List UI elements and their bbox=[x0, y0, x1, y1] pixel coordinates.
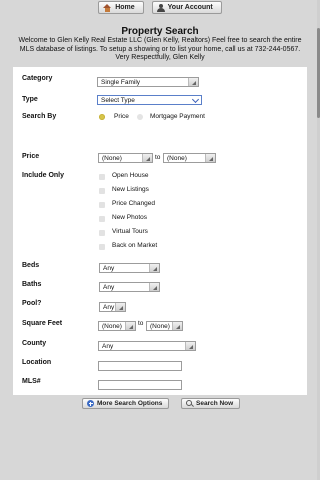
price-min-value: (None) bbox=[102, 155, 122, 162]
include-only-label: Include Only bbox=[22, 172, 65, 179]
search-icon bbox=[186, 400, 193, 407]
chevron-down-icon bbox=[188, 78, 198, 86]
price-min-select[interactable]: (None) bbox=[98, 153, 153, 163]
mortgage-payment-radio[interactable] bbox=[137, 114, 143, 120]
virtual-tours-label: Virtual Tours bbox=[112, 228, 148, 235]
more-search-options-label: More Search Options bbox=[97, 400, 163, 407]
more-search-options-button[interactable]: More Search Options bbox=[82, 398, 170, 409]
square-feet-min-value: (None) bbox=[102, 323, 122, 330]
price-changed-label: Price Changed bbox=[112, 200, 155, 207]
new-photos-checkbox[interactable] bbox=[99, 216, 105, 222]
chevron-down-icon bbox=[115, 303, 125, 311]
type-label: Type bbox=[22, 96, 38, 103]
chevron-down-icon bbox=[185, 342, 195, 350]
chevron-down-icon bbox=[149, 264, 159, 272]
type-select-value: Select Type bbox=[101, 97, 135, 104]
intro-text: Welcome to Glen Kelly Real Estate LLC (G… bbox=[18, 37, 302, 61]
square-feet-max-value: (None) bbox=[150, 323, 170, 330]
page-title: Property Search bbox=[121, 26, 199, 37]
mls-input[interactable] bbox=[98, 380, 182, 390]
pool-select-value: Any bbox=[103, 304, 115, 311]
search-by-label: Search By bbox=[22, 113, 57, 120]
your-account-button[interactable]: Your Account bbox=[151, 1, 222, 14]
search-now-label: Search Now bbox=[196, 400, 234, 407]
user-icon bbox=[156, 3, 165, 12]
square-feet-to-label: to bbox=[138, 320, 144, 327]
type-select[interactable]: Select Type bbox=[97, 95, 202, 105]
page-header: Property Search Welcome to Glen Kelly Re… bbox=[14, 26, 306, 63]
chevron-down-icon bbox=[149, 283, 159, 291]
new-listings-checkbox[interactable] bbox=[99, 188, 105, 194]
price-changed-checkbox[interactable] bbox=[99, 202, 105, 208]
price-max-select[interactable]: (None) bbox=[163, 153, 216, 163]
search-now-button[interactable]: Search Now bbox=[181, 398, 241, 409]
mortgage-payment-radio-label: Mortgage Payment bbox=[150, 113, 205, 120]
category-select-value: Single Family bbox=[101, 79, 141, 86]
category-label: Category bbox=[22, 75, 53, 82]
new-photos-label: New Photos bbox=[112, 214, 148, 221]
open-house-label: Open House bbox=[112, 172, 149, 179]
price-radio-label: Price bbox=[114, 113, 129, 120]
price-to-label: to bbox=[155, 154, 161, 161]
back-on-market-checkbox[interactable] bbox=[99, 244, 105, 250]
your-account-button-label: Your Account bbox=[167, 4, 213, 11]
baths-select-value: Any bbox=[103, 284, 115, 291]
home-button-label: Home bbox=[115, 4, 135, 11]
pool-label: Pool? bbox=[22, 300, 42, 307]
mls-label: MLS# bbox=[22, 378, 41, 385]
county-label: County bbox=[22, 340, 47, 347]
square-feet-max-select[interactable]: (None) bbox=[146, 321, 183, 331]
plus-icon bbox=[87, 400, 94, 407]
beds-select[interactable]: Any bbox=[99, 263, 160, 273]
chevron-down-icon bbox=[192, 96, 201, 104]
open-house-checkbox[interactable] bbox=[99, 174, 105, 180]
beds-label: Beds bbox=[22, 262, 40, 269]
square-feet-label: Square Feet bbox=[22, 320, 63, 327]
back-on-market-label: Back on Market bbox=[112, 242, 158, 249]
square-feet-min-select[interactable]: (None) bbox=[98, 321, 136, 331]
new-listings-label: New Listings bbox=[112, 186, 149, 193]
home-icon bbox=[103, 3, 112, 12]
baths-select[interactable]: Any bbox=[99, 282, 160, 292]
price-radio[interactable] bbox=[99, 114, 105, 120]
pool-select[interactable]: Any bbox=[99, 302, 126, 312]
chevron-down-icon bbox=[172, 322, 182, 330]
county-select[interactable]: Any bbox=[98, 341, 196, 351]
virtual-tours-checkbox[interactable] bbox=[99, 230, 105, 236]
location-input[interactable] bbox=[98, 361, 182, 371]
top-nav: Home Your Account bbox=[0, 0, 320, 15]
home-button[interactable]: Home bbox=[98, 1, 144, 14]
category-select[interactable]: Single Family bbox=[97, 77, 199, 87]
price-max-value: (None) bbox=[167, 155, 187, 162]
price-label: Price bbox=[22, 153, 40, 160]
county-select-value: Any bbox=[102, 343, 114, 350]
chevron-down-icon bbox=[142, 154, 152, 162]
baths-label: Baths bbox=[22, 281, 42, 288]
chevron-down-icon bbox=[205, 154, 215, 162]
beds-select-value: Any bbox=[103, 265, 115, 272]
chevron-down-icon bbox=[125, 322, 135, 330]
location-label: Location bbox=[22, 359, 52, 366]
